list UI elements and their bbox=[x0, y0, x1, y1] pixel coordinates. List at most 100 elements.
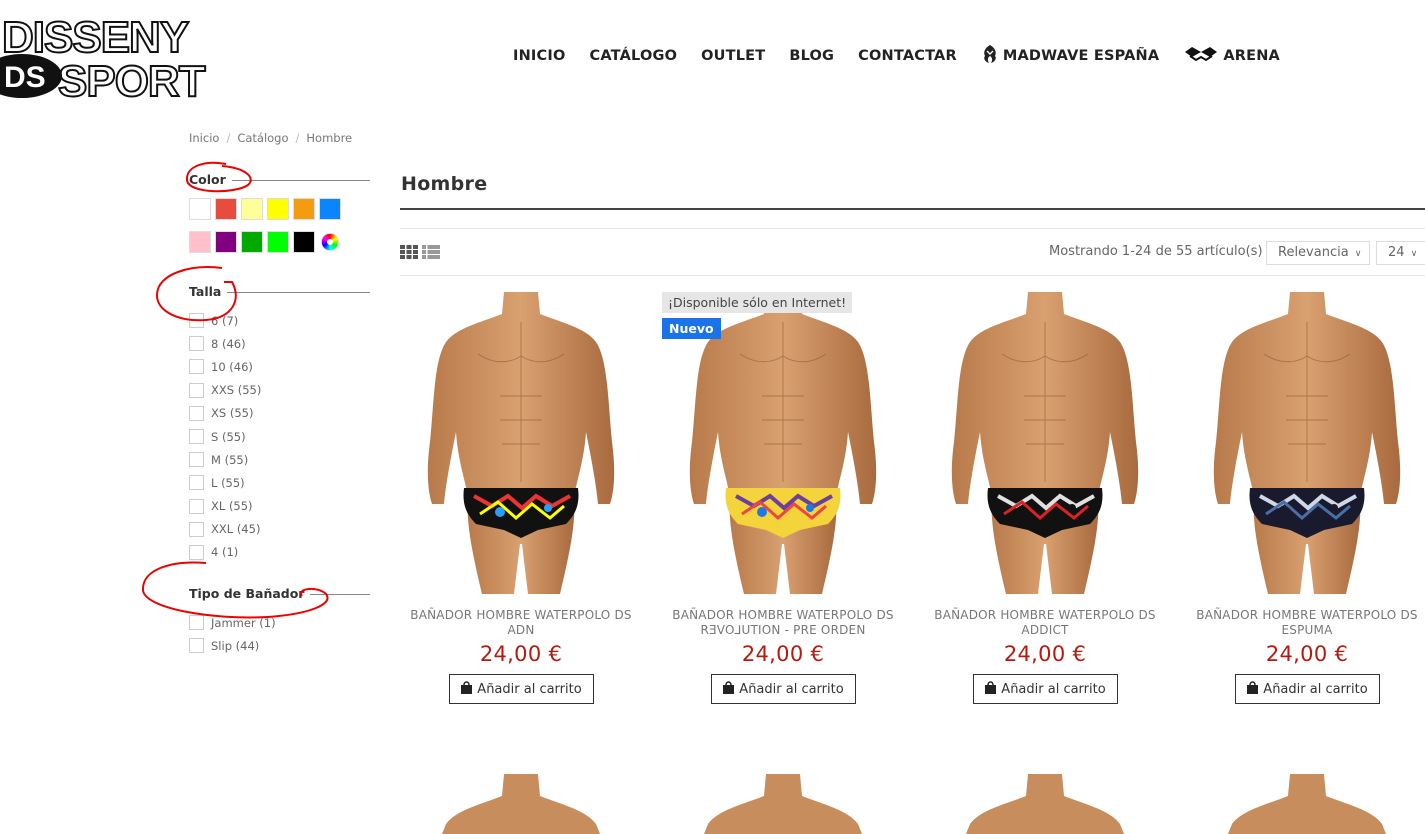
product-card-partial bbox=[662, 774, 904, 834]
filter-option-label: M (55) bbox=[211, 452, 249, 467]
filter-option[interactable]: 10 (46) bbox=[189, 355, 261, 378]
checkbox[interactable] bbox=[189, 336, 204, 352]
product-name[interactable]: BAÑADOR HOMBRE WATERPOLO DS ADN bbox=[400, 608, 642, 638]
color-swatch[interactable] bbox=[241, 198, 263, 220]
checkbox[interactable] bbox=[189, 544, 204, 560]
color-swatch[interactable] bbox=[241, 231, 263, 253]
color-swatch[interactable] bbox=[189, 198, 211, 220]
product-card-partial bbox=[400, 774, 642, 834]
facet-title-color: Color bbox=[189, 172, 232, 187]
arena-icon bbox=[1183, 46, 1219, 66]
filter-option[interactable]: L (55) bbox=[189, 471, 261, 494]
checkbox[interactable] bbox=[189, 313, 204, 329]
breadcrumb-catalogo[interactable]: Catálogo bbox=[237, 131, 288, 145]
title-underline bbox=[400, 208, 1425, 210]
color-swatch[interactable] bbox=[293, 198, 315, 220]
checkbox[interactable] bbox=[189, 638, 204, 654]
checkbox[interactable] bbox=[189, 405, 204, 421]
filter-option[interactable]: Jammer (1) bbox=[189, 611, 276, 634]
color-swatch[interactable] bbox=[267, 231, 289, 253]
nav-arena[interactable]: ARENA bbox=[1183, 46, 1280, 66]
product-image[interactable] bbox=[924, 292, 1166, 594]
add-to-cart-button[interactable]: Añadir al carrito bbox=[1234, 674, 1380, 704]
color-swatch[interactable] bbox=[189, 231, 211, 253]
color-swatches bbox=[189, 198, 359, 264]
checkbox[interactable] bbox=[189, 475, 204, 491]
product-image[interactable] bbox=[400, 774, 642, 834]
product-name[interactable]: BAÑADOR HOMBRE WATERPOLO DS ESPUMA bbox=[1186, 608, 1425, 638]
breadcrumb-inicio[interactable]: Inicio bbox=[189, 131, 219, 145]
filter-option-label: S (55) bbox=[211, 429, 246, 444]
main-nav: INICIO CATÁLOGO OUTLET BLOG CONTACTAR MA… bbox=[513, 44, 1304, 68]
filter-option-label: XS (55) bbox=[211, 406, 254, 421]
product-name[interactable]: BAÑADOR HOMBRE WATERPOLO DS RƎVO⅃UTION -… bbox=[662, 608, 904, 638]
breadcrumb-separator: / bbox=[295, 131, 300, 145]
nav-madwave[interactable]: MADWAVE ESPAÑA bbox=[981, 44, 1159, 68]
color-swatch-multicolor[interactable] bbox=[320, 232, 340, 252]
checkbox[interactable] bbox=[189, 359, 204, 375]
add-to-cart-button[interactable]: Añadir al carrito bbox=[710, 674, 856, 704]
filter-option[interactable]: Slip (44) bbox=[189, 634, 276, 657]
filter-option[interactable]: XS (55) bbox=[189, 402, 261, 425]
filter-option[interactable]: 6 (7) bbox=[189, 309, 261, 332]
filter-option[interactable]: XXS (55) bbox=[189, 379, 261, 402]
filter-option[interactable]: XL (55) bbox=[189, 495, 261, 518]
nav-contactar[interactable]: CONTACTAR bbox=[858, 48, 957, 64]
nav-inicio-label: INICIO bbox=[513, 48, 566, 64]
add-to-cart-button[interactable]: Añadir al carrito bbox=[972, 674, 1118, 704]
nav-catalogo[interactable]: CATÁLOGO bbox=[590, 48, 678, 64]
site-logo[interactable]: DISSENY SPORT DS bbox=[0, 14, 272, 100]
grid-view-icon[interactable] bbox=[400, 244, 418, 263]
product-card: BAÑADOR HOMBRE WATERPOLO DS RƎVO⅃UTION -… bbox=[662, 292, 904, 704]
color-swatch[interactable] bbox=[319, 198, 341, 220]
filter-option-label: 6 (7) bbox=[211, 313, 239, 328]
nav-outlet[interactable]: OUTLET bbox=[701, 48, 765, 64]
nav-madwave-label: MADWAVE ESPAÑA bbox=[1002, 48, 1160, 64]
sort-dropdown-value: Relevancia bbox=[1278, 245, 1349, 260]
add-to-cart-button[interactable]: Añadir al carrito bbox=[448, 674, 594, 704]
color-swatch[interactable] bbox=[267, 198, 289, 220]
sort-dropdown[interactable]: Relevancia ∨ bbox=[1266, 241, 1370, 265]
shopping-bag-icon bbox=[1246, 680, 1259, 698]
breadcrumb-hombre[interactable]: Hombre bbox=[306, 131, 352, 145]
view-toggle bbox=[400, 244, 444, 263]
color-swatch[interactable] bbox=[215, 198, 237, 220]
talla-list: 6 (7) 8 (46) 10 (46) XXS (55) XS (55) S (55) M… bbox=[189, 309, 261, 564]
product-card-partial bbox=[1186, 774, 1425, 834]
checkbox[interactable] bbox=[189, 382, 204, 398]
color-swatch[interactable] bbox=[215, 231, 237, 253]
per-page-dropdown[interactable]: 24 ∨ bbox=[1376, 241, 1425, 265]
shopping-bag-icon bbox=[460, 680, 473, 698]
product-image[interactable] bbox=[400, 292, 642, 594]
shopping-bag-icon bbox=[722, 680, 735, 698]
filter-option[interactable]: 4 (1) bbox=[189, 541, 261, 564]
filter-option[interactable]: XXL (45) bbox=[189, 518, 261, 541]
page-title: Hombre bbox=[401, 173, 488, 195]
filter-option-label: Slip (44) bbox=[211, 638, 260, 653]
product-card-partial bbox=[924, 774, 1166, 834]
product-image[interactable] bbox=[1186, 774, 1425, 834]
new-badge: Nuevo bbox=[662, 318, 721, 339]
product-image[interactable] bbox=[662, 774, 904, 834]
filter-option[interactable]: M (55) bbox=[189, 448, 261, 471]
nav-inicio[interactable]: INICIO bbox=[513, 48, 566, 64]
color-swatch[interactable] bbox=[293, 231, 315, 253]
checkbox[interactable] bbox=[189, 498, 204, 514]
checkbox[interactable] bbox=[189, 521, 204, 537]
nav-arena-label: ARENA bbox=[1223, 48, 1280, 64]
filter-option[interactable]: S (55) bbox=[189, 425, 261, 448]
filter-option[interactable]: 8 (46) bbox=[189, 332, 261, 355]
checkbox[interactable] bbox=[189, 452, 204, 468]
madwave-icon bbox=[981, 44, 999, 68]
checkbox[interactable] bbox=[189, 615, 204, 631]
tipo-list: Jammer (1) Slip (44) bbox=[189, 611, 276, 657]
checkbox[interactable] bbox=[189, 429, 204, 445]
product-image[interactable] bbox=[1186, 292, 1425, 594]
nav-blog[interactable]: BLOG bbox=[789, 48, 834, 64]
chevron-down-icon: ∨ bbox=[1410, 249, 1418, 259]
filter-option-label: XL (55) bbox=[211, 499, 253, 514]
product-name[interactable]: BAÑADOR HOMBRE WATERPOLO DS ADDICT bbox=[924, 608, 1166, 638]
product-image[interactable] bbox=[924, 774, 1166, 834]
chevron-down-icon: ∨ bbox=[1354, 249, 1362, 259]
list-view-icon[interactable] bbox=[422, 244, 440, 263]
